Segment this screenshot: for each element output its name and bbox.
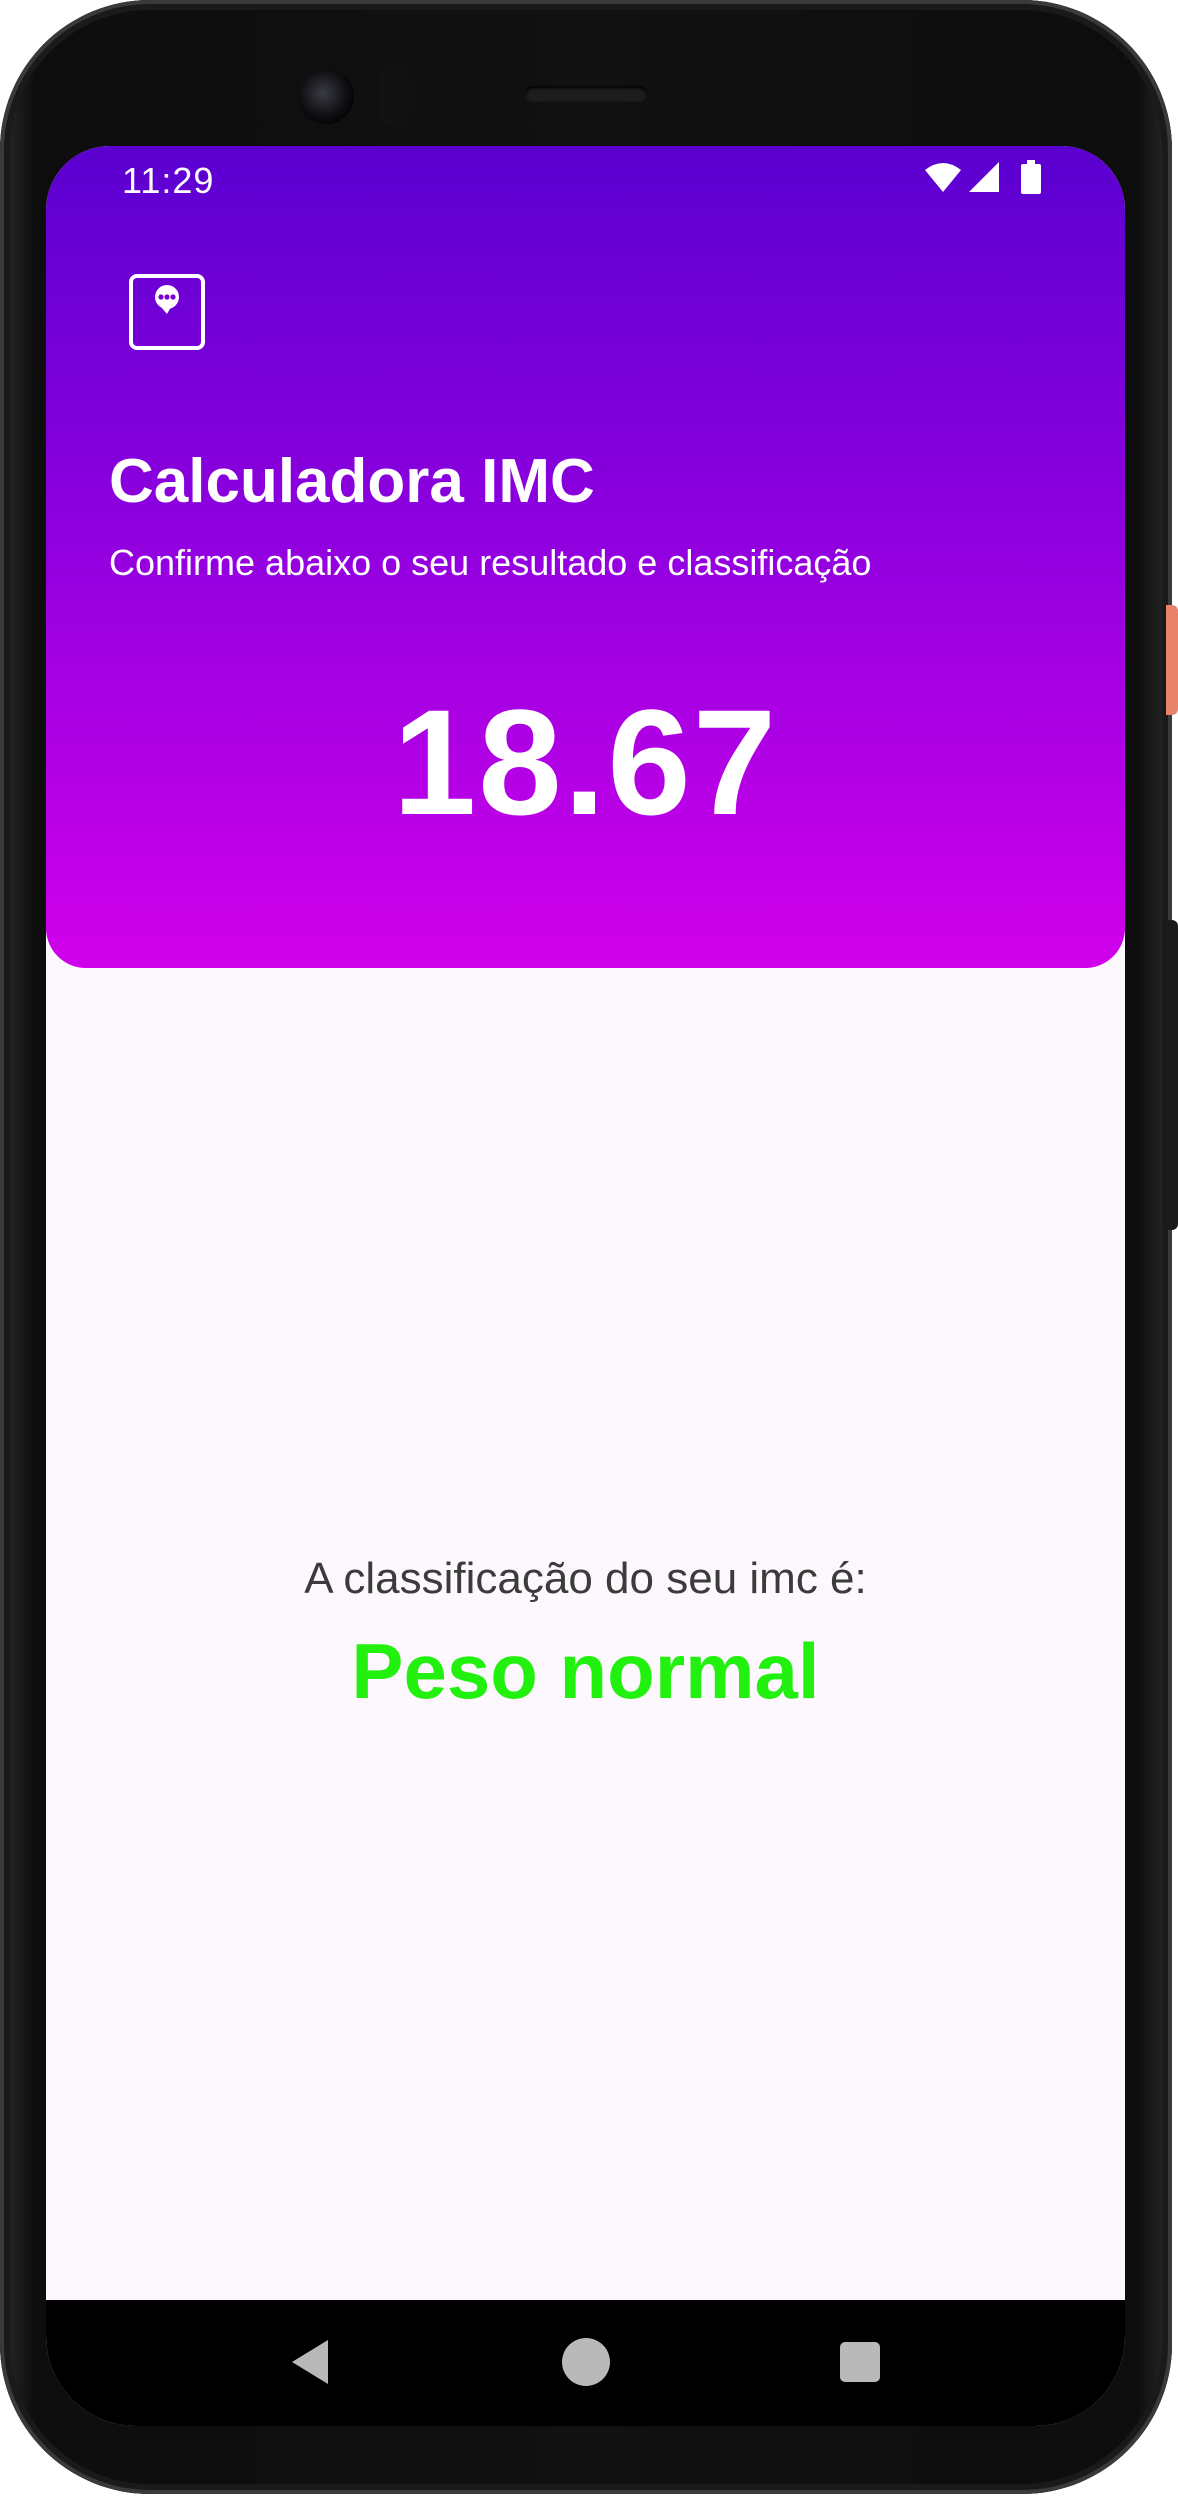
status-time: 11:29 [122,160,215,201]
imc-value: 18.67 [392,678,779,846]
classification-value: Peso normal [351,1627,820,1715]
proximity-sensor [380,64,410,126]
wifi-icon [925,163,961,192]
page-subtitle: Confirme abaixo o seu resultado e classi… [109,542,872,583]
recents-icon[interactable] [820,2322,900,2402]
screen: 11:29 Calculadora IMC Confirme abaixo o … [46,146,1125,2426]
classification-label: A classificação do seu imc é: [304,1554,867,1603]
chat-bubble-icon[interactable] [129,274,205,350]
battery-icon [1021,160,1041,194]
power-button[interactable] [1166,605,1178,715]
result-header: 11:29 Calculadora IMC Confirme abaixo o … [46,146,1125,968]
navigation-bar [46,2300,1125,2426]
volume-button[interactable] [1166,920,1178,1230]
status-bar: 11:29 [46,146,1125,214]
earpiece-speaker [525,86,647,102]
back-icon[interactable] [272,2322,352,2402]
status-icons [923,160,1053,200]
front-camera [298,68,354,124]
page-title: Calculadora IMC [109,447,595,516]
signal-icon [969,162,999,192]
phone-frame: 11:29 Calculadora IMC Confirme abaixo o … [0,0,1178,2494]
home-icon[interactable] [546,2322,626,2402]
